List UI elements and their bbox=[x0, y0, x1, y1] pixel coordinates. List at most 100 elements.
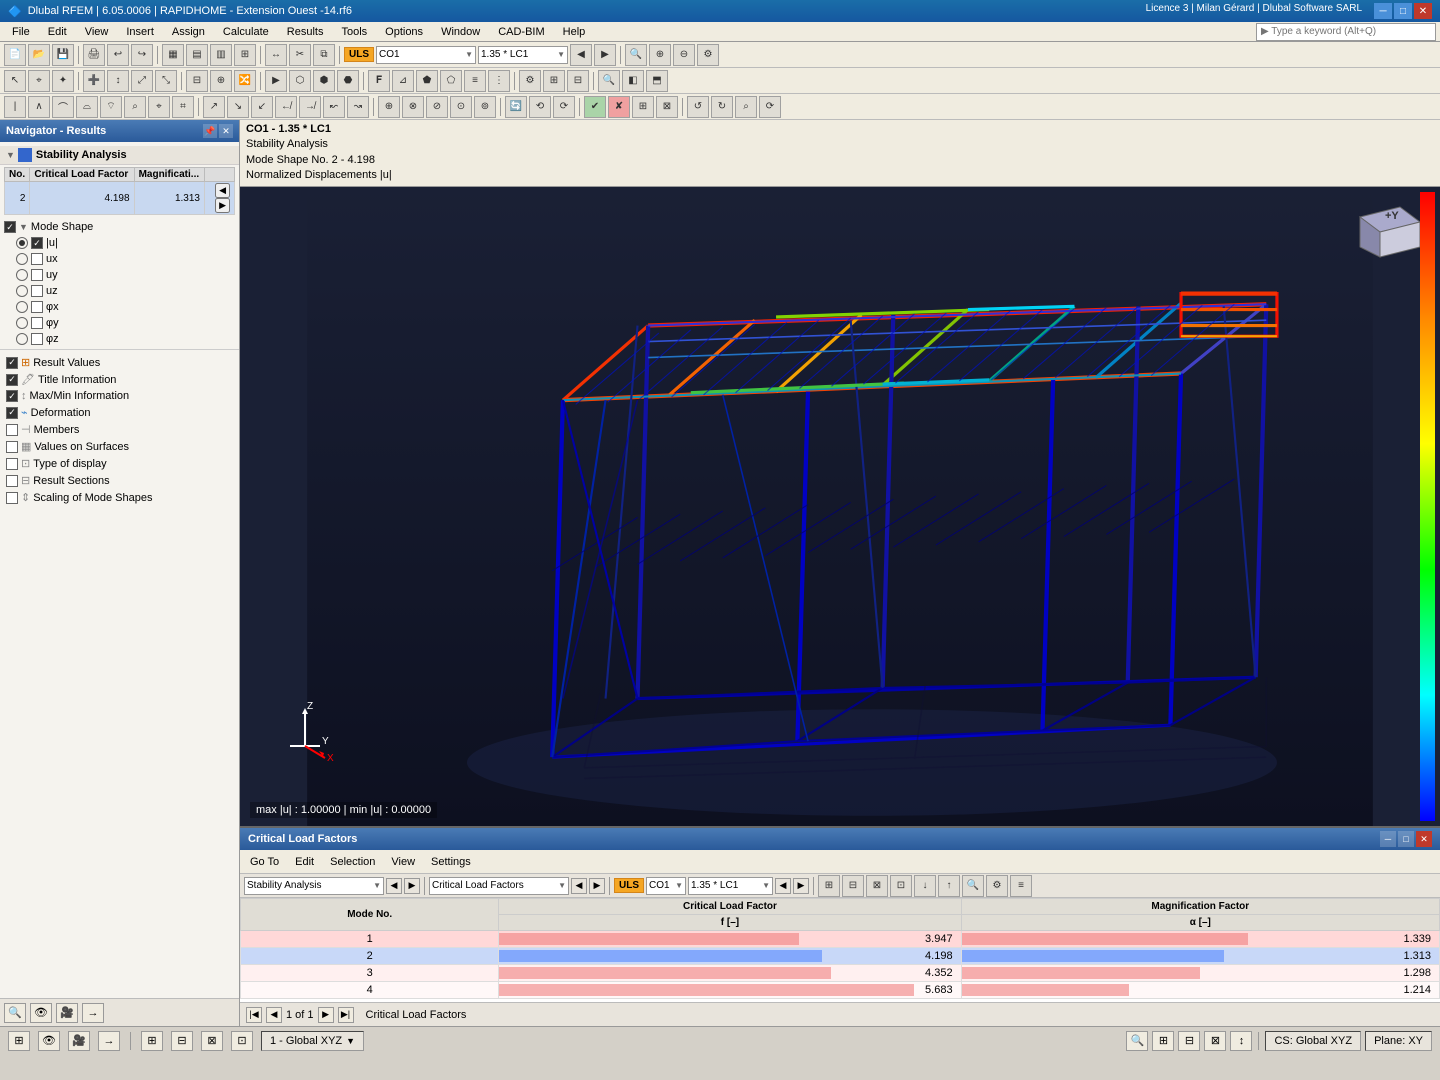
tb1-b2[interactable]: ▤ bbox=[186, 44, 208, 66]
check-phiz[interactable] bbox=[31, 333, 43, 345]
tb1-b1[interactable]: ▦ bbox=[162, 44, 184, 66]
tb2-b13[interactable]: ⬢ bbox=[313, 70, 335, 92]
mode-phiz-item[interactable]: φz bbox=[0, 331, 239, 347]
bp-view[interactable]: View bbox=[387, 854, 419, 870]
tb2-b1[interactable]: ↖ bbox=[4, 70, 26, 92]
tb2-b4[interactable]: ➕ bbox=[83, 70, 105, 92]
tb2-b24[interactable]: 🔍 bbox=[598, 70, 620, 92]
chk-result-values[interactable] bbox=[6, 357, 18, 369]
tb2-b22[interactable]: ⊞ bbox=[543, 70, 565, 92]
status-btn-4[interactable]: → bbox=[98, 1031, 120, 1051]
sr-btn-3[interactable]: ⊟ bbox=[1178, 1031, 1200, 1051]
mode-shape-parent[interactable]: ▼ Mode Shape bbox=[0, 219, 239, 235]
status-btn-7[interactable]: ⊠ bbox=[201, 1031, 223, 1051]
lb-btn-4[interactable]: → bbox=[82, 1003, 104, 1023]
tb3-b18[interactable]: ⊘ bbox=[426, 96, 448, 118]
radio-phiz[interactable] bbox=[16, 333, 28, 345]
check-uy[interactable] bbox=[31, 269, 43, 281]
tb3-b9[interactable]: ↗ bbox=[203, 96, 225, 118]
tb3-b19[interactable]: ⊙ bbox=[450, 96, 472, 118]
table-row[interactable]: 1 3.947 1.339 bbox=[241, 931, 1440, 948]
radio-ux[interactable] bbox=[16, 253, 28, 265]
bp-co-prev-btn[interactable]: ◀ bbox=[775, 878, 791, 894]
menu-help[interactable]: Help bbox=[555, 24, 594, 40]
chk-result-sections[interactable] bbox=[6, 475, 18, 487]
status-btn-1[interactable]: ⊞ bbox=[8, 1031, 30, 1051]
chk-title-info[interactable] bbox=[6, 374, 18, 386]
radio-u[interactable] bbox=[16, 237, 28, 249]
radio-uy[interactable] bbox=[16, 269, 28, 281]
tb3-b27[interactable]: ⊠ bbox=[656, 96, 678, 118]
tb2-b6[interactable]: ⤢ bbox=[131, 70, 153, 92]
radio-phix[interactable] bbox=[16, 301, 28, 313]
page-first-btn[interactable]: |◀ bbox=[246, 1007, 262, 1023]
tb3-b15[interactable]: ↝ bbox=[347, 96, 369, 118]
chk-scaling-mode[interactable] bbox=[6, 492, 18, 504]
tb1-b4[interactable]: ⊞ bbox=[234, 44, 256, 66]
chk-members[interactable] bbox=[6, 424, 18, 436]
bp-tb1[interactable]: ⊞ bbox=[818, 875, 840, 897]
bp-tb8[interactable]: ⚙ bbox=[986, 875, 1008, 897]
bp-tb7[interactable]: 🔍 bbox=[962, 875, 984, 897]
check-phix[interactable] bbox=[31, 301, 43, 313]
table-row[interactable]: 2 4.198 1.313 ◀ ▶ bbox=[5, 182, 235, 215]
menu-view[interactable]: View bbox=[77, 24, 117, 40]
analysis-prev-btn[interactable]: ◀ bbox=[386, 878, 402, 894]
tb2-b3[interactable]: ✦ bbox=[52, 70, 74, 92]
tb3-b29[interactable]: ↻ bbox=[711, 96, 733, 118]
nav-pin-btn[interactable]: 📌 bbox=[203, 124, 217, 138]
chk-deformation[interactable] bbox=[6, 407, 18, 419]
lb-btn-2[interactable]: 👁 bbox=[30, 1003, 52, 1023]
bp-close-btn[interactable]: ✕ bbox=[1416, 831, 1432, 847]
bp-tb4[interactable]: ⊡ bbox=[890, 875, 912, 897]
menu-options[interactable]: Options bbox=[377, 24, 431, 40]
title-controls[interactable]: Licence 3 | Milan Gérard | Dlubal Softwa… bbox=[1146, 3, 1432, 19]
tb3-b13[interactable]: ↛ bbox=[299, 96, 321, 118]
tb2-b21[interactable]: ⚙ bbox=[519, 70, 541, 92]
bp-minimize-btn[interactable]: ─ bbox=[1380, 831, 1396, 847]
bp-tb3[interactable]: ⊠ bbox=[866, 875, 888, 897]
tb1-b8[interactable]: 🔍 bbox=[625, 44, 647, 66]
bp-co-combo[interactable]: CO1 ▼ bbox=[646, 877, 686, 895]
tb3-b2[interactable]: ∧ bbox=[28, 96, 50, 118]
tb1-b5[interactable]: ↔ bbox=[265, 44, 287, 66]
table-prev-btn[interactable]: ◀ bbox=[571, 878, 587, 894]
tb2-b18[interactable]: ⬠ bbox=[440, 70, 462, 92]
mode-uy-item[interactable]: uy bbox=[0, 267, 239, 283]
load-combo[interactable]: CO1 ▼ bbox=[376, 46, 476, 64]
bp-selection[interactable]: Selection bbox=[326, 854, 379, 870]
tb2-b16[interactable]: ⊿ bbox=[392, 70, 414, 92]
tb2-b7[interactable]: ⤡ bbox=[155, 70, 177, 92]
tb3-b8[interactable]: ⌗ bbox=[172, 96, 194, 118]
next-combo-btn[interactable]: ▶ bbox=[594, 44, 616, 66]
tb2-b11[interactable]: ▶ bbox=[265, 70, 287, 92]
menu-edit[interactable]: Edit bbox=[40, 24, 75, 40]
lb-btn-3[interactable]: 🎥 bbox=[56, 1003, 78, 1023]
menu-assign[interactable]: Assign bbox=[164, 24, 213, 40]
table-row[interactable]: 3 4.352 1.298 bbox=[241, 965, 1440, 982]
tb2-b23[interactable]: ⊟ bbox=[567, 70, 589, 92]
tb3-b20[interactable]: ⊚ bbox=[474, 96, 496, 118]
nav-members[interactable]: ⊣ Members bbox=[0, 421, 239, 438]
redo-btn[interactable]: ↪ bbox=[131, 44, 153, 66]
tb3-b11[interactable]: ↙ bbox=[251, 96, 273, 118]
nav-close-btn[interactable]: ✕ bbox=[219, 124, 233, 138]
analysis-next-btn[interactable]: ▶ bbox=[404, 878, 420, 894]
tb2-b8[interactable]: ⊟ bbox=[186, 70, 208, 92]
nav-values-surfaces[interactable]: ▦ Values on Surfaces bbox=[0, 438, 239, 455]
tb2-b25[interactable]: ◧ bbox=[622, 70, 644, 92]
close-button[interactable]: ✕ bbox=[1414, 3, 1432, 19]
row-next-btn[interactable]: ▶ bbox=[215, 198, 230, 213]
menu-file[interactable]: File bbox=[4, 24, 38, 40]
check-ux[interactable] bbox=[31, 253, 43, 265]
lb-btn-1[interactable]: 🔍 bbox=[4, 1003, 26, 1023]
tb2-b5[interactable]: ↕ bbox=[107, 70, 129, 92]
nav-title-info[interactable]: 🖊 Title Information bbox=[0, 371, 239, 388]
tb2-b10[interactable]: 🔀 bbox=[234, 70, 256, 92]
tb2-b17[interactable]: ⬟ bbox=[416, 70, 438, 92]
table-next-btn[interactable]: ▶ bbox=[589, 878, 605, 894]
bp-tb9[interactable]: ≡ bbox=[1010, 875, 1032, 897]
bp-co-next-btn[interactable]: ▶ bbox=[793, 878, 809, 894]
menu-window[interactable]: Window bbox=[433, 24, 488, 40]
bp-lc-combo[interactable]: 1.35 * LC1 ▼ bbox=[688, 877, 773, 895]
